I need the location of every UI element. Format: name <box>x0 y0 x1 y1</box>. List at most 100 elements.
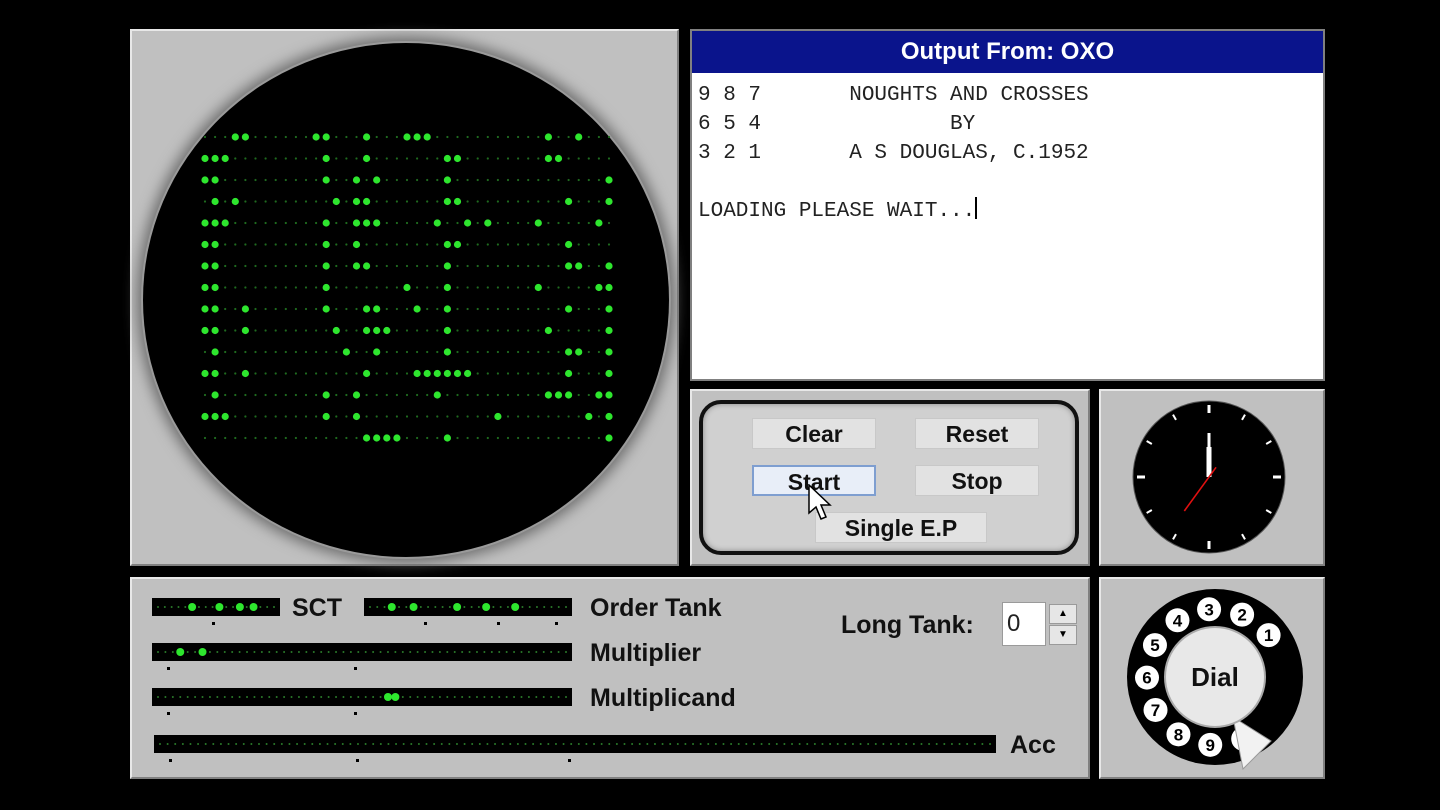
register-light <box>520 651 523 653</box>
crt-dot <box>335 415 338 418</box>
register-light <box>562 743 565 745</box>
output-text-area[interactable]: 9 8 7 NOUGHTS AND CROSSES 6 5 4 BY 3 2 1… <box>698 81 1089 226</box>
crt-dot-lit <box>363 219 371 227</box>
crt-dot <box>506 415 510 418</box>
crt-dot <box>395 286 398 289</box>
crt-dot <box>537 178 540 182</box>
crt-dot <box>224 372 227 375</box>
crt-dot <box>395 393 398 397</box>
crt-dot <box>335 372 338 375</box>
crt-dot <box>557 200 560 203</box>
rotary-dial[interactable]: 1234567890 Dial <box>1101 579 1323 777</box>
crt-dot <box>476 436 479 440</box>
crt-dot <box>567 286 570 289</box>
register-light <box>501 743 504 745</box>
crt-dot <box>557 415 560 418</box>
crt-dot <box>254 393 257 397</box>
clear-button[interactable]: Clear <box>752 418 876 449</box>
long-tank-input[interactable]: 0 <box>1002 602 1046 646</box>
register-light <box>897 743 900 745</box>
crt-dot <box>527 178 530 182</box>
reset-button[interactable]: Reset <box>915 418 1039 449</box>
register-light <box>513 651 516 653</box>
crt-dot <box>527 157 530 160</box>
multiplicand-register <box>152 688 572 706</box>
crt-dot <box>264 372 267 375</box>
crt-dot <box>294 329 297 332</box>
crt-dot <box>274 372 277 375</box>
register-light <box>273 743 276 745</box>
crt-dot-lit <box>443 434 451 442</box>
register-light <box>513 696 516 698</box>
crt-dot-lit <box>585 412 593 421</box>
register-light <box>342 696 345 698</box>
register-light <box>364 743 367 745</box>
register-light <box>989 743 991 745</box>
register-light <box>441 606 444 608</box>
crt-dot <box>385 243 388 246</box>
stop-button[interactable]: Stop <box>915 465 1039 496</box>
register-light <box>232 606 235 608</box>
register-light <box>836 743 839 745</box>
crt-dot <box>274 286 277 289</box>
crt-dot <box>426 286 429 289</box>
crt-dot-lit <box>342 348 350 356</box>
register-light-on <box>409 603 418 611</box>
crt-dot <box>264 415 267 418</box>
crt-dot <box>284 135 287 139</box>
register-light <box>565 651 567 653</box>
register-light <box>494 743 497 745</box>
register-light <box>227 743 230 745</box>
crt-dot-lit <box>363 133 371 141</box>
crt-dot <box>405 415 409 418</box>
register-light <box>528 606 531 608</box>
crt-dot <box>355 372 358 375</box>
spin-down-button[interactable]: ▼ <box>1049 625 1077 645</box>
spin-up-button[interactable]: ▲ <box>1049 604 1077 624</box>
register-light <box>483 696 486 698</box>
crt-dot <box>486 436 489 440</box>
crt-dot <box>456 221 459 225</box>
register-light <box>186 651 189 653</box>
crt-dot-lit <box>443 283 451 292</box>
dial-label[interactable]: Dial <box>1191 662 1239 692</box>
acc-label: Acc <box>1010 731 1056 759</box>
crt-dot <box>264 393 267 397</box>
crt-dot <box>284 157 287 160</box>
crt-dot <box>466 264 469 268</box>
register-light <box>453 651 456 653</box>
crt-dot <box>577 415 580 418</box>
register-light <box>327 696 330 698</box>
crt-dot-lit <box>211 305 219 313</box>
single-ep-button[interactable]: Single E.P <box>815 512 987 543</box>
crt-dot <box>416 243 419 246</box>
register-marker <box>568 759 571 762</box>
crt-dot-lit <box>605 369 613 378</box>
crt-dot <box>294 135 297 139</box>
register-light <box>539 743 542 745</box>
crt-dot <box>547 307 550 311</box>
crt-dot <box>476 157 479 160</box>
crt-dot <box>254 200 257 203</box>
crt-dot <box>274 178 277 182</box>
register-light <box>231 651 234 653</box>
register-light <box>646 743 649 745</box>
crt-dot <box>395 350 398 354</box>
crt-dot <box>506 200 510 203</box>
register-light <box>475 651 478 653</box>
crt-dot <box>557 350 560 354</box>
crt-dot <box>416 393 419 397</box>
crt-dot-lit <box>352 262 361 270</box>
crt-dot <box>385 157 388 160</box>
crt-dot <box>476 350 479 354</box>
crt-dot <box>264 329 267 332</box>
register-light <box>157 651 159 653</box>
crt-dot <box>244 157 247 160</box>
crt-dot <box>486 178 489 182</box>
crt-dot <box>315 307 318 311</box>
crt-dot <box>284 221 287 225</box>
crt-dot-lit <box>201 154 209 163</box>
register-light <box>372 743 375 745</box>
crt-dot <box>466 243 469 246</box>
crt-dot <box>244 200 247 203</box>
